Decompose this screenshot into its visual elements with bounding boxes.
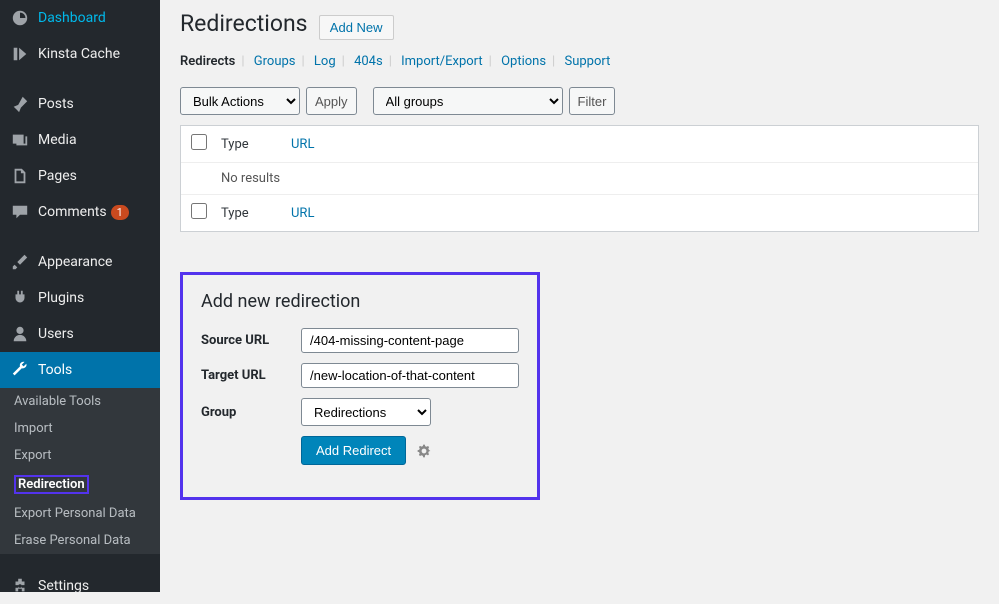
sidebar-item-dashboard[interactable]: Dashboard bbox=[0, 0, 160, 36]
sidebar-label: Posts bbox=[38, 96, 74, 112]
sidebar-item-users[interactable]: Users bbox=[0, 316, 160, 352]
gear-icon[interactable] bbox=[416, 443, 432, 459]
table-header: Type URL bbox=[181, 126, 978, 163]
group-label: Group bbox=[201, 405, 301, 420]
col-url-footer[interactable]: URL bbox=[291, 206, 314, 221]
comments-badge: 1 bbox=[111, 205, 129, 220]
col-type: Type bbox=[221, 137, 291, 152]
sub-erase-personal[interactable]: Erase Personal Data bbox=[0, 527, 160, 554]
redirects-table: Type URL No results Type URL bbox=[180, 125, 979, 232]
select-all-checkbox[interactable] bbox=[191, 134, 207, 150]
source-url-input[interactable] bbox=[301, 328, 519, 353]
sidebar-label: Plugins bbox=[38, 290, 84, 306]
tab-options[interactable]: Options bbox=[501, 54, 546, 69]
col-url[interactable]: URL bbox=[291, 137, 314, 152]
target-url-label: Target URL bbox=[201, 368, 301, 383]
group-select[interactable]: Redirections bbox=[301, 398, 431, 426]
dashboard-icon bbox=[10, 8, 30, 28]
sub-import[interactable]: Import bbox=[0, 415, 160, 442]
tools-submenu: Available Tools Import Export Redirectio… bbox=[0, 388, 160, 554]
sub-redirection[interactable]: Redirection bbox=[0, 469, 160, 500]
sidebar-label: Tools bbox=[38, 362, 72, 378]
admin-sidebar: Dashboard Kinsta Cache Posts Media Pages… bbox=[0, 0, 160, 592]
add-redirect-button[interactable]: Add Redirect bbox=[301, 436, 406, 465]
table-controls: Bulk Actions Apply All groups Filter bbox=[180, 87, 979, 115]
sidebar-item-pages[interactable]: Pages bbox=[0, 158, 160, 194]
tab-404s[interactable]: 404s bbox=[354, 54, 383, 69]
apply-button[interactable]: Apply bbox=[306, 87, 357, 115]
col-type-footer: Type bbox=[221, 206, 291, 221]
target-url-input[interactable] bbox=[301, 363, 519, 388]
page-title: Redirections bbox=[180, 10, 308, 37]
pin-icon bbox=[10, 94, 30, 114]
tab-groups[interactable]: Groups bbox=[254, 54, 296, 69]
sub-export-personal[interactable]: Export Personal Data bbox=[0, 500, 160, 527]
form-heading: Add new redirection bbox=[201, 291, 519, 312]
sidebar-label: Appearance bbox=[38, 254, 112, 270]
comments-icon bbox=[10, 202, 30, 222]
group-filter-select[interactable]: All groups bbox=[373, 87, 563, 115]
sidebar-item-kinsta[interactable]: Kinsta Cache bbox=[0, 36, 160, 72]
users-icon bbox=[10, 324, 30, 344]
sub-export[interactable]: Export bbox=[0, 442, 160, 469]
select-all-footer-checkbox[interactable] bbox=[191, 203, 207, 219]
source-url-label: Source URL bbox=[201, 333, 301, 348]
media-icon bbox=[10, 130, 30, 150]
sidebar-label: Pages bbox=[38, 168, 77, 184]
sub-tabs: Redirects| Groups| Log| 404s| Import/Exp… bbox=[180, 54, 979, 69]
sub-available-tools[interactable]: Available Tools bbox=[0, 388, 160, 415]
no-results-row: No results bbox=[181, 163, 978, 195]
table-footer: Type URL bbox=[181, 195, 978, 231]
add-new-button[interactable]: Add New bbox=[319, 15, 394, 40]
sidebar-label: Media bbox=[38, 132, 77, 148]
tab-redirects[interactable]: Redirects bbox=[180, 54, 235, 69]
main-content: Redirections Add New Redirects| Groups| … bbox=[160, 0, 999, 592]
sidebar-item-tools[interactable]: Tools bbox=[0, 352, 160, 388]
tab-log[interactable]: Log bbox=[314, 54, 336, 69]
sidebar-item-plugins[interactable]: Plugins bbox=[0, 280, 160, 316]
sidebar-label: Dashboard bbox=[38, 10, 106, 26]
wrench-icon bbox=[10, 360, 30, 380]
pages-icon bbox=[10, 166, 30, 186]
kinsta-icon bbox=[10, 44, 30, 64]
sidebar-item-posts[interactable]: Posts bbox=[0, 86, 160, 122]
sidebar-label: Kinsta Cache bbox=[38, 46, 120, 62]
tab-import-export[interactable]: Import/Export bbox=[401, 54, 483, 69]
plug-icon bbox=[10, 288, 30, 308]
brush-icon bbox=[10, 252, 30, 272]
settings-icon bbox=[10, 576, 30, 596]
sidebar-label: Comments bbox=[38, 204, 107, 220]
sidebar-label: Users bbox=[38, 326, 74, 342]
sidebar-item-media[interactable]: Media bbox=[0, 122, 160, 158]
sidebar-item-comments[interactable]: Comments 1 bbox=[0, 194, 160, 230]
add-redirection-form: Add new redirection Source URL Target UR… bbox=[180, 272, 540, 500]
sidebar-item-settings[interactable]: Settings bbox=[0, 568, 160, 604]
sidebar-item-appearance[interactable]: Appearance bbox=[0, 244, 160, 280]
filter-button[interactable]: Filter bbox=[569, 87, 616, 115]
tab-support[interactable]: Support bbox=[564, 54, 610, 69]
bulk-actions-select[interactable]: Bulk Actions bbox=[180, 87, 300, 115]
